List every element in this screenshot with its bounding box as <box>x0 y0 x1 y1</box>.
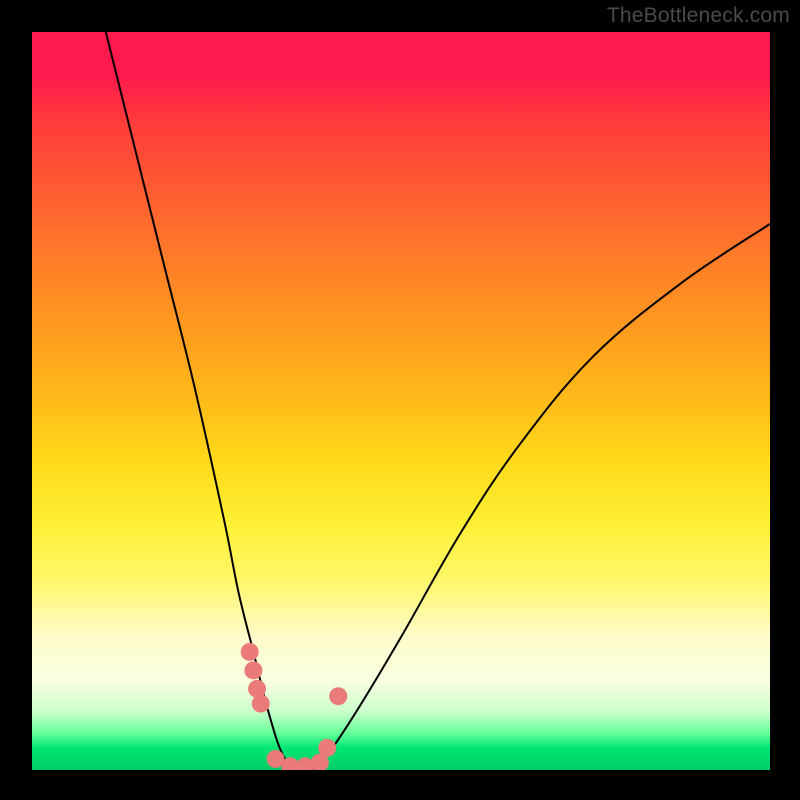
marker-dot <box>329 687 347 705</box>
right-curve <box>298 224 770 770</box>
watermark-text: TheBottleneck.com <box>607 4 790 28</box>
curve-layer <box>32 32 770 770</box>
marker-dot <box>241 643 259 661</box>
left-curve <box>106 32 298 770</box>
plot-area <box>32 32 770 770</box>
marker-dot <box>244 661 262 679</box>
marker-dot <box>252 695 270 713</box>
chart-frame: TheBottleneck.com <box>0 0 800 800</box>
marker-dot <box>318 739 336 757</box>
